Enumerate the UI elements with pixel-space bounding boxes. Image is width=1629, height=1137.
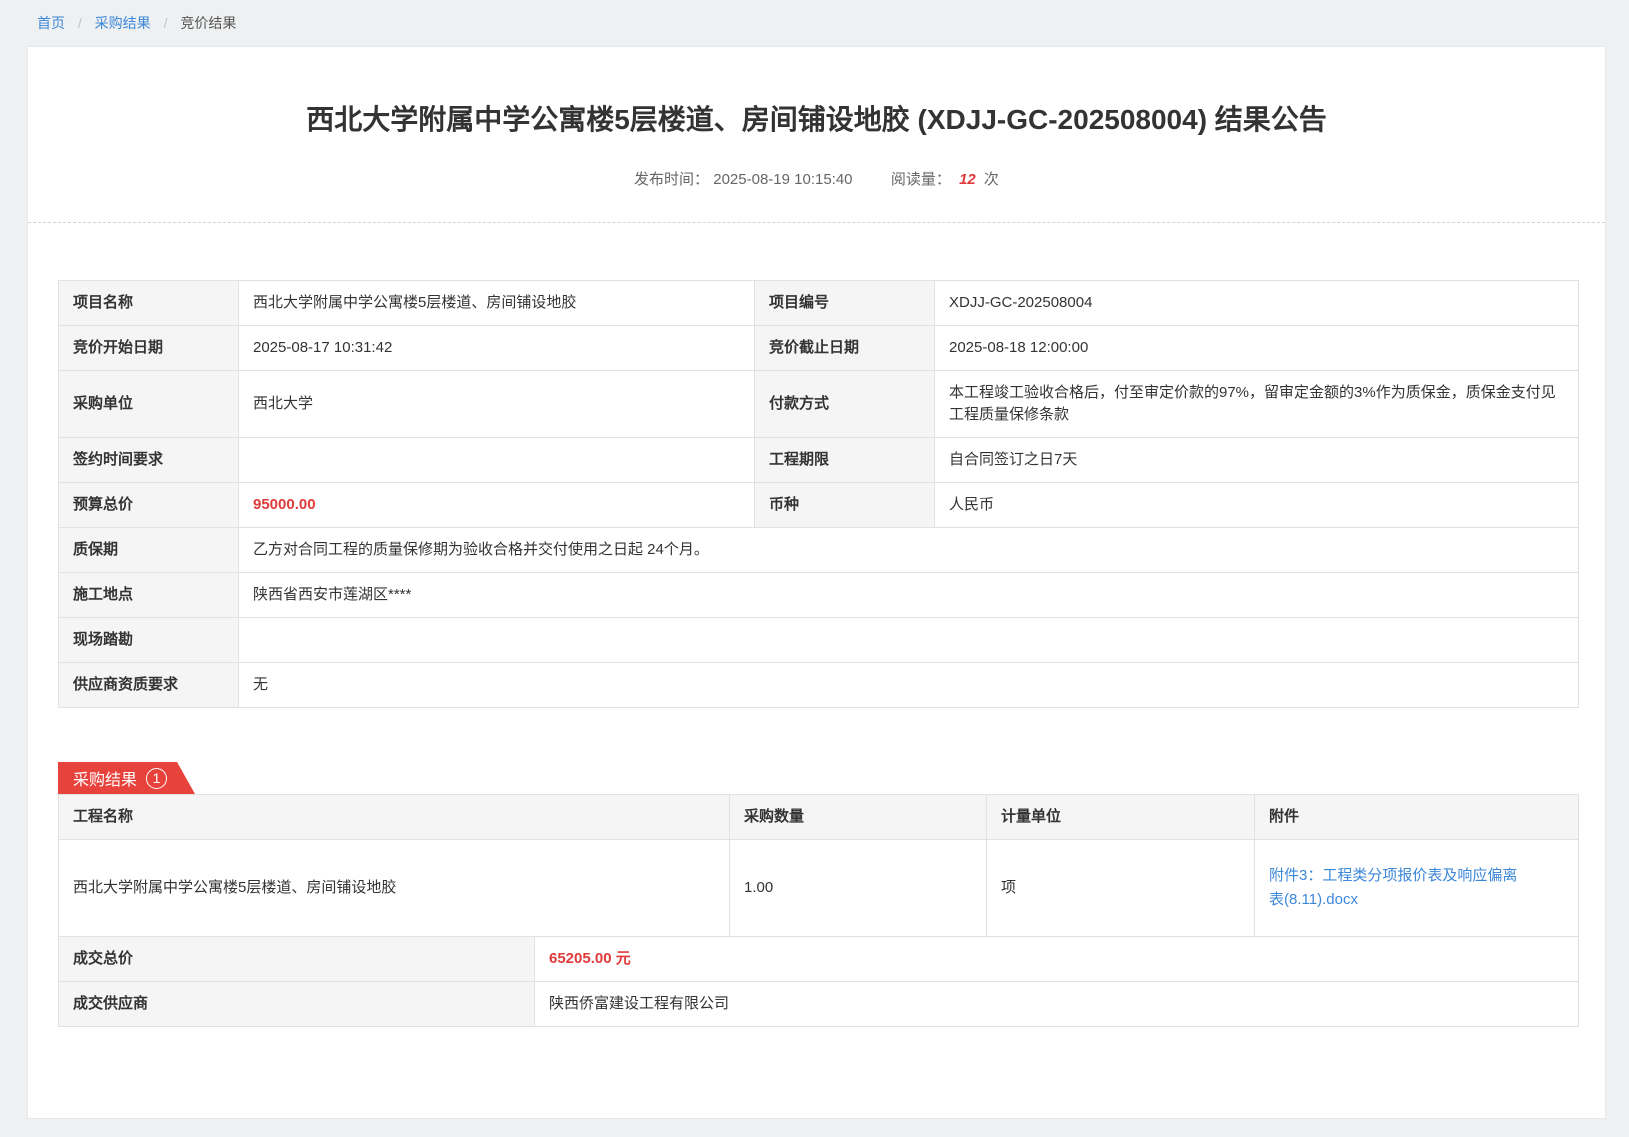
project-name-label: 项目名称 xyxy=(59,281,239,326)
attachment-column-header: 附件 xyxy=(1255,795,1579,840)
procurement-result-table: 工程名称 采购数量 计量单位 附件 西北大学附属中学公寓楼5层楼道、房间铺设地胶… xyxy=(58,794,1579,1027)
payment-method-label: 付款方式 xyxy=(755,371,935,438)
bid-end-value: 2025-08-18 12:00:00 xyxy=(935,326,1579,371)
breadcrumb-home-link[interactable]: 首页 xyxy=(37,15,65,31)
result-quantity: 1.00 xyxy=(730,840,987,937)
payment-method-value: 本工程竣工验收合格后，付至审定价款的97%，留审定金额的3%作为质保金，质保金支… xyxy=(935,371,1579,438)
table-row: 供应商资质要求 无 xyxy=(59,663,1579,708)
total-price-label: 成交总价 xyxy=(59,937,535,982)
result-data-row: 西北大学附属中学公寓楼5层楼道、房间铺设地胶 1.00 项 附件3：工程类分项报… xyxy=(59,840,1579,937)
result-header-row: 工程名称 采购数量 计量单位 附件 xyxy=(59,795,1579,840)
result-unit: 项 xyxy=(987,840,1255,937)
warranty-label: 质保期 xyxy=(59,528,239,573)
table-row: 现场踏勘 xyxy=(59,618,1579,663)
publish-time-label: 发布时间： xyxy=(634,171,709,188)
supplier-qualification-label: 供应商资质要求 xyxy=(59,663,239,708)
bid-start-value: 2025-08-17 10:31:42 xyxy=(239,326,755,371)
table-row: 签约时间要求 工程期限 自合同签订之日7天 xyxy=(59,438,1579,483)
breadcrumb-current-page: 竞价结果 xyxy=(180,15,236,31)
winning-supplier-value: 陕西侨富建设工程有限公司 xyxy=(535,982,1579,1027)
budget-amount: 95000.00 xyxy=(253,496,316,513)
quantity-column-header: 采购数量 xyxy=(730,795,987,840)
supplier-qualification-value: 无 xyxy=(239,663,1579,708)
result-count-badge: 1 xyxy=(146,768,167,789)
budget-label: 预算总价 xyxy=(59,483,239,528)
currency-value: 人民币 xyxy=(935,483,1579,528)
breadcrumb-separator: / xyxy=(78,15,82,31)
project-number-label: 项目编号 xyxy=(755,281,935,326)
currency-label: 币种 xyxy=(755,483,935,528)
winning-supplier-row: 成交供应商 陕西侨富建设工程有限公司 xyxy=(59,982,1579,1027)
publish-meta: 发布时间： 2025-08-19 10:15:40 阅读量： 12 次 xyxy=(28,168,1605,189)
site-survey-value xyxy=(239,618,1579,663)
total-price-unit: 元 xyxy=(616,950,631,967)
project-number-value: XDJJ-GC-202508004 xyxy=(935,281,1579,326)
table-row: 项目名称 西北大学附属中学公寓楼5层楼道、房间铺设地胶 项目编号 XDJJ-GC… xyxy=(59,281,1579,326)
signing-time-label: 签约时间要求 xyxy=(59,438,239,483)
project-name-value: 西北大学附属中学公寓楼5层楼道、房间铺设地胶 xyxy=(239,281,755,326)
page-title: 西北大学附属中学公寓楼5层楼道、房间铺设地胶 (XDJJ-GC-20250800… xyxy=(68,102,1565,138)
signing-time-value xyxy=(239,438,755,483)
breadcrumb-procurement-results-link[interactable]: 采购结果 xyxy=(95,15,151,31)
table-row: 预算总价 95000.00 币种 人民币 xyxy=(59,483,1579,528)
result-attachment-cell: 附件3：工程类分项报价表及响应偏离表(8.11).docx xyxy=(1255,840,1579,937)
table-row: 施工地点 陕西省西安市莲湖区**** xyxy=(59,573,1579,618)
total-price-row: 成交总价 65205.00 元 xyxy=(59,937,1579,982)
views-unit: 次 xyxy=(984,171,999,188)
project-name-column-header: 工程名称 xyxy=(59,795,730,840)
announcement-card: 西北大学附属中学公寓楼5层楼道、房间铺设地胶 (XDJJ-GC-20250800… xyxy=(27,46,1606,1119)
project-duration-value: 自合同签订之日7天 xyxy=(935,438,1579,483)
total-price-value: 65205.00 元 xyxy=(535,937,1579,982)
views-label: 阅读量： xyxy=(891,171,951,188)
project-info-table: 项目名称 西北大学附属中学公寓楼5层楼道、房间铺设地胶 项目编号 XDJJ-GC… xyxy=(58,280,1579,708)
site-survey-label: 现场踏勘 xyxy=(59,618,239,663)
publish-time-value: 2025-08-19 10:15:40 xyxy=(713,171,852,188)
purchaser-value: 西北大学 xyxy=(239,371,755,438)
breadcrumb: 首页 / 采购结果 / 竞价结果 xyxy=(0,0,1629,46)
breadcrumb-separator: / xyxy=(164,15,168,31)
unit-column-header: 计量单位 xyxy=(987,795,1255,840)
result-project-name: 西北大学附属中学公寓楼5层楼道、房间铺设地胶 xyxy=(59,840,730,937)
tab-procurement-result: 采购结果 1 xyxy=(58,762,195,794)
bid-start-label: 竞价开始日期 xyxy=(59,326,239,371)
purchaser-label: 采购单位 xyxy=(59,371,239,438)
table-row: 竞价开始日期 2025-08-17 10:31:42 竞价截止日期 2025-0… xyxy=(59,326,1579,371)
section-divider xyxy=(28,222,1605,223)
construction-site-label: 施工地点 xyxy=(59,573,239,618)
budget-value: 95000.00 xyxy=(239,483,755,528)
winning-supplier-label: 成交供应商 xyxy=(59,982,535,1027)
table-row: 采购单位 西北大学 付款方式 本工程竣工验收合格后，付至审定价款的97%，留审定… xyxy=(59,371,1579,438)
warranty-value: 乙方对合同工程的质量保修期为验收合格并交付使用之日起 24个月。 xyxy=(239,528,1579,573)
bid-end-label: 竞价截止日期 xyxy=(755,326,935,371)
total-price-amount: 65205.00 xyxy=(549,950,612,967)
construction-site-value: 陕西省西安市莲湖区**** xyxy=(239,573,1579,618)
project-duration-label: 工程期限 xyxy=(755,438,935,483)
table-row: 质保期 乙方对合同工程的质量保修期为验收合格并交付使用之日起 24个月。 xyxy=(59,528,1579,573)
attachment-download-link[interactable]: 附件3：工程类分项报价表及响应偏离表(8.11).docx xyxy=(1269,864,1519,912)
views-count: 12 xyxy=(959,171,976,188)
tab-procurement-result-label: 采购结果 xyxy=(73,766,137,790)
